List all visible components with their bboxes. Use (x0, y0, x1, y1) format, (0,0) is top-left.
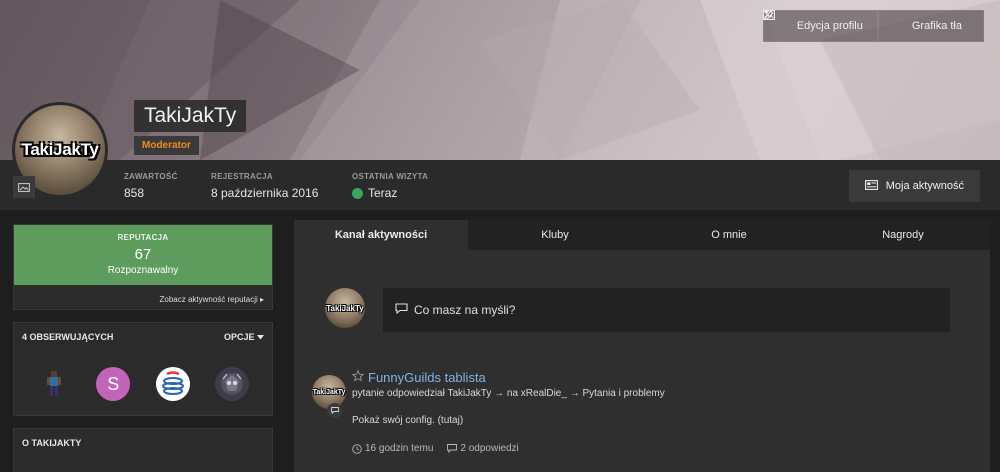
comment-icon (447, 444, 458, 453)
post-title-link[interactable]: FunnyGuilds tablista (368, 370, 486, 385)
follower-avatar[interactable] (36, 367, 71, 401)
tab-clubs[interactable]: Kluby (468, 220, 642, 250)
rank-badge: Moderator (134, 136, 199, 155)
followers-title: 4 OBSERWUJĄCYCH (22, 332, 114, 342)
activity-icon (864, 179, 878, 193)
username: TakiJakTy (134, 100, 247, 132)
edit-profile-label: Edycja profilu (796, 20, 863, 32)
profile-tabs: Kanał aktywności Kluby O mnie Nagrody (294, 220, 990, 250)
follower-avatar[interactable] (215, 367, 250, 401)
cover-photo-button[interactable]: Grafika tła (762, 10, 984, 42)
last-visit-value: Teraz (368, 186, 398, 200)
reputation-activity-link[interactable]: Zobacz aktywność reputacji ▸ (14, 285, 272, 311)
pencil-icon (763, 10, 790, 32)
post-body: Pokaż swój config. (tutaj) (352, 415, 464, 426)
online-status-icon (352, 187, 363, 199)
reputation-value: 67 (134, 246, 152, 263)
change-photo-button[interactable] (13, 176, 35, 198)
edit-profile-button[interactable]: Edycja profilu (762, 10, 878, 42)
post-time[interactable]: 16 godzin temu (352, 443, 433, 454)
reputation-level: Rozpoznawalny (107, 265, 179, 276)
content-count[interactable]: 858 (124, 186, 144, 200)
image-icon (18, 182, 30, 192)
followers-options-button[interactable]: OPCJE (224, 332, 264, 342)
caret-down-icon (257, 335, 264, 340)
about-title: O TAKIJAKTY (22, 438, 82, 448)
followers-widget: 4 OBSERWUJĄCYCH OPCJE S (13, 322, 273, 416)
composer-avatar: TakiJakTy (325, 288, 365, 328)
stat-last-visit: OSTATNIA WIZYTA Teraz (352, 172, 429, 200)
tab-awards[interactable]: Nagrody (816, 220, 990, 250)
activity-post: FunnyGuilds tablista pytanie odpowiedzia… (351, 369, 665, 454)
my-activity-button[interactable]: Moja aktywność (848, 170, 980, 202)
caret-right-icon: ▸ (259, 295, 264, 304)
star-icon[interactable] (351, 369, 365, 385)
stat-content: ZAWARTOŚĆ 858 (124, 172, 178, 200)
status-composer[interactable]: Co masz na myśli? (383, 288, 950, 332)
follower-avatar[interactable]: S (96, 367, 131, 401)
post-subtitle: pytanie odpowiedział TakiJakTy → na xRea… (352, 388, 665, 399)
about-widget: O TAKIJAKTY (13, 428, 273, 472)
composer-placeholder: Co masz na myśli? (414, 303, 516, 317)
tab-activity-feed[interactable]: Kanał aktywności (294, 220, 468, 250)
reputation-label: REPUTACJA (117, 233, 169, 242)
comment-icon (395, 303, 408, 317)
reputation-widget: REPUTACJA 67 Rozpoznawalny Zobacz aktywn… (13, 224, 273, 310)
cover-photo-label: Grafika tła (911, 20, 962, 32)
registration-date: 8 października 2016 (211, 186, 319, 200)
comment-badge-icon (327, 403, 342, 418)
post-replies[interactable]: 2 odpowiedzi (447, 443, 519, 454)
image-icon (762, 10, 905, 32)
follower-avatar[interactable] (155, 367, 190, 401)
activity-panel: Kanał aktywności Kluby O mnie Nagrody Ta… (294, 220, 990, 472)
clock-icon (352, 443, 362, 454)
my-activity-label: Moja aktywność (885, 180, 964, 192)
tab-about[interactable]: O mnie (642, 220, 816, 250)
stat-registration: REJESTRACJA 8 października 2016 (211, 172, 319, 200)
